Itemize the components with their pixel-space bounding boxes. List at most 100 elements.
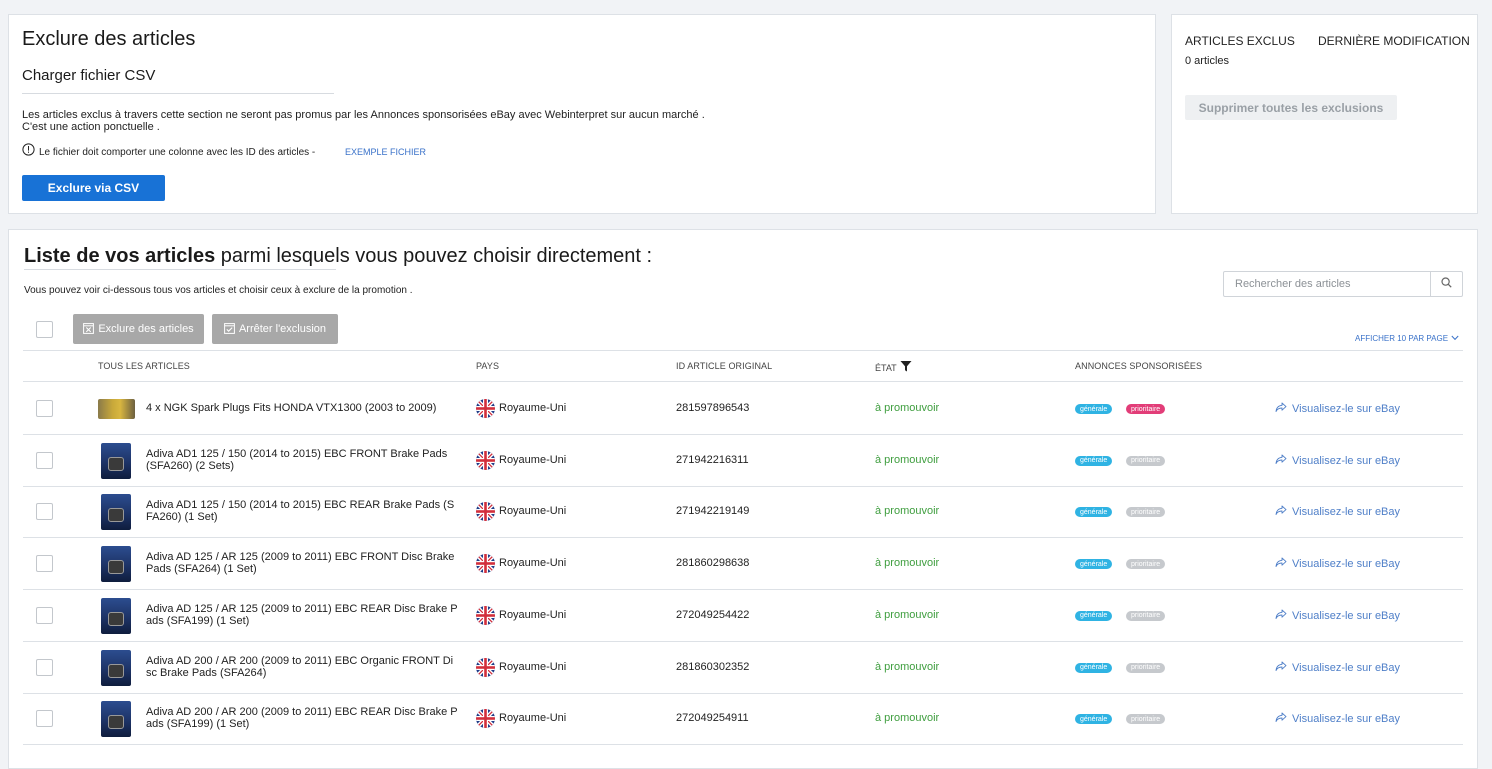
state-label: à promouvoir [875, 402, 940, 414]
country-name: Royaume-Uni [499, 660, 567, 673]
list-heading: Liste de vos articles parmi lesquels vou… [24, 245, 652, 268]
filter-icon[interactable] [900, 359, 912, 377]
row-checkbox[interactable] [36, 658, 53, 676]
product-title: Adiva AD 125 / AR 125 (2009 to 2011) EBC… [146, 551, 455, 576]
view-on-ebay-label: Visualisez-le sur eBay [1292, 558, 1401, 571]
view-on-ebay-link[interactable]: Visualisez-le sur eBay [1275, 505, 1400, 519]
item-id: 272049254911 [676, 712, 749, 725]
item-id: 281860302352 [676, 660, 750, 673]
excluded-label: ARTICLES EXCLUS [1185, 34, 1295, 48]
modified-label: DERNIÈRE MODIFICATION [1318, 34, 1470, 48]
item-id: 271942216311 [676, 453, 749, 466]
view-on-ebay-label: Visualisez-le sur eBay [1292, 454, 1401, 467]
row-checkbox[interactable] [36, 503, 53, 521]
example-file-link[interactable]: EXEMPLE FICHIER [345, 147, 426, 157]
share-arrow-icon [1275, 505, 1287, 519]
item-id: 281860298638 [676, 557, 750, 570]
state-label: à promouvoir [875, 557, 940, 570]
list-heading-bold: Liste de vos articles [24, 245, 216, 267]
view-on-ebay-label: Visualisez-le sur eBay [1292, 403, 1401, 415]
country-name: Royaume-Uni [499, 712, 567, 725]
product-thumbnail [101, 701, 131, 738]
exclude-description-2: C'est une action ponctuelle . [22, 121, 160, 133]
table-row: Adiva AD 125 / AR 125 (2009 to 2011) EBC… [23, 590, 1463, 642]
col-sponsored-ads[interactable]: ANNONCES SPONSORISÉES [1075, 361, 1202, 371]
row-checkbox[interactable] [36, 710, 53, 728]
view-on-ebay-link[interactable]: Visualisez-le sur eBay [1275, 402, 1400, 416]
badge-priority: prioritaire [1126, 714, 1166, 725]
product-thumbnail [101, 649, 131, 686]
list-description: Vous pouvez voir ci-dessous tous vos art… [24, 285, 413, 296]
table-header: TOUS LES ARTICLES PAYS ID ARTICLE ORIGIN… [23, 350, 1463, 382]
item-id: 272049254422 [676, 608, 750, 621]
col-state-label: ÉTAT [875, 363, 897, 373]
product-title: 4 x NGK Spark Plugs Fits HONDA VTX1300 (… [146, 402, 437, 414]
badge-general: générale [1075, 714, 1113, 725]
state-label: à promouvoir [875, 505, 940, 518]
excluded-count: 0 articles [1185, 55, 1230, 67]
file-notice: Le fichier doit comporter une colonne av… [22, 143, 315, 161]
badge-general: générale [1075, 610, 1113, 621]
delete-all-exclusions-button[interactable]: Supprimer toutes les exclusions [1185, 95, 1397, 120]
country-name: Royaume-Uni [499, 557, 567, 570]
badge-general: générale [1075, 455, 1113, 466]
row-checkbox[interactable] [36, 451, 53, 469]
state-label: à promouvoir [875, 453, 940, 466]
share-arrow-icon [1275, 454, 1287, 468]
country-name: Royaume-Uni [499, 453, 567, 466]
country-name: Royaume-Uni [499, 505, 567, 518]
table-row: Adiva AD1 125 / 150 (2014 to 2015) EBC R… [23, 486, 1463, 539]
product-thumbnail [101, 597, 131, 634]
country-name: Royaume-Uni [499, 608, 567, 621]
product-title: Adiva AD1 125 / 150 (2014 to 2015) EBC F… [146, 447, 448, 472]
csv-subtitle: Charger fichier CSV [22, 67, 156, 84]
share-arrow-icon [1275, 402, 1287, 416]
country-name: Royaume-Uni [499, 402, 567, 414]
view-on-ebay-link[interactable]: Visualisez-le sur eBay [1275, 661, 1400, 675]
view-on-ebay-link[interactable]: Visualisez-le sur eBay [1275, 609, 1400, 623]
view-on-ebay-link[interactable]: Visualisez-le sur eBay [1275, 557, 1400, 571]
share-arrow-icon [1275, 557, 1287, 571]
uk-flag-icon [476, 554, 495, 574]
row-checkbox[interactable] [36, 555, 53, 573]
col-original-id[interactable]: ID ARTICLE ORIGINAL [676, 361, 772, 371]
item-id: 281597896543 [676, 402, 750, 414]
badge-general: générale [1075, 559, 1113, 570]
search-button[interactable] [1430, 272, 1462, 296]
badge-general: générale [1075, 404, 1113, 414]
view-on-ebay-label: Visualisez-le sur eBay [1292, 609, 1401, 622]
badge-priority: prioritaire [1126, 610, 1166, 621]
col-country[interactable]: PAYS [476, 361, 499, 371]
product-thumbnail [101, 546, 131, 583]
uk-flag-icon [476, 502, 495, 522]
stop-exclusion-button[interactable]: Arrêter l'exclusion [212, 314, 338, 344]
state-label: à promouvoir [875, 608, 940, 621]
share-arrow-icon [1275, 609, 1287, 623]
exclude-csv-button[interactable]: Exclure via CSV [22, 175, 165, 201]
exclude-articles-button[interactable]: Exclure des articles [73, 314, 204, 344]
per-page-label: AFFICHER 10 PAR PAGE [1355, 334, 1449, 343]
product-title: Adiva AD 125 / AR 125 (2009 to 2011) EBC… [146, 602, 458, 627]
row-checkbox[interactable] [36, 606, 53, 624]
table-row: Adiva AD1 125 / 150 (2014 to 2015) EBC F… [23, 435, 1463, 487]
table-row: Adiva AD 200 / AR 200 (2009 to 2011) EBC… [23, 693, 1463, 746]
col-all-articles[interactable]: TOUS LES ARTICLES [98, 361, 190, 371]
badge-general: générale [1075, 507, 1113, 518]
product-thumbnail [101, 494, 131, 531]
table-row: Adiva AD 125 / AR 125 (2009 to 2011) EBC… [23, 538, 1463, 591]
chevron-down-icon [1451, 334, 1459, 343]
search-icon [1441, 275, 1452, 293]
view-on-ebay-link[interactable]: Visualisez-le sur eBay [1275, 454, 1400, 468]
uk-flag-icon [476, 605, 495, 625]
badge-priority: prioritaire [1126, 507, 1166, 518]
product-thumbnail [101, 442, 131, 479]
per-page-selector[interactable]: AFFICHER 10 PAR PAGE [1355, 334, 1459, 343]
col-state[interactable]: ÉTAT [875, 359, 912, 377]
product-title: Adiva AD 200 / AR 200 (2009 to 2011) EBC… [146, 654, 454, 679]
select-all-checkbox[interactable] [36, 321, 53, 338]
row-checkbox[interactable] [36, 400, 53, 417]
view-on-ebay-link[interactable]: Visualisez-le sur eBay [1275, 712, 1400, 726]
badge-general: générale [1075, 662, 1113, 673]
search-input[interactable] [1224, 272, 1430, 296]
uk-flag-icon [476, 450, 495, 470]
